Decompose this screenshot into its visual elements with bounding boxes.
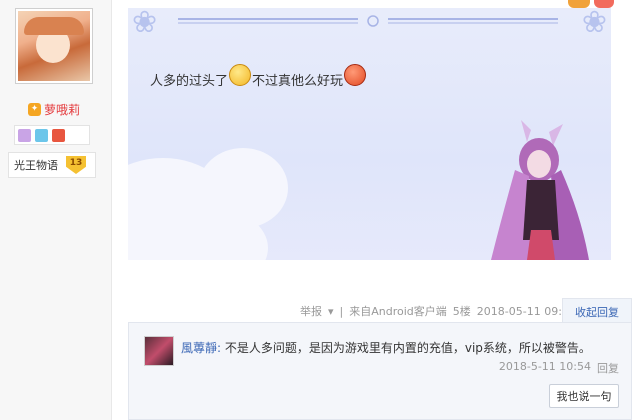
level-name: 光王物语 bbox=[14, 159, 58, 172]
reply-time: 2018-5-11 10:54 bbox=[498, 360, 591, 373]
username[interactable]: ✦ 萝哦莉 bbox=[28, 101, 80, 118]
medal-icon[interactable] bbox=[52, 128, 65, 142]
anime-character-image bbox=[491, 120, 589, 260]
reply-link[interactable]: 回复 bbox=[597, 360, 619, 376]
flower-icon: ❀ bbox=[132, 8, 158, 40]
level-box[interactable]: 光王物语 13 bbox=[8, 152, 96, 178]
medal-row bbox=[14, 125, 90, 145]
smile-emoji-icon bbox=[229, 64, 252, 86]
user-sidebar: ✦ 萝哦莉 光王物语 13 bbox=[0, 0, 112, 420]
reply-author[interactable]: 風蓴靜: bbox=[181, 341, 221, 355]
source-text[interactable]: 来自Android客户端 bbox=[349, 303, 447, 319]
medal-icon[interactable] bbox=[18, 128, 31, 142]
avatar-image bbox=[18, 11, 90, 81]
user-avatar[interactable] bbox=[15, 8, 93, 84]
flower-icon: ❀ bbox=[581, 8, 607, 40]
reply-avatar[interactable] bbox=[144, 336, 174, 366]
post-text: 人多的过头了 不过真他么好玩 bbox=[150, 64, 367, 90]
member-icon: ✦ bbox=[28, 103, 41, 116]
post-text-part: 人多的过头了 bbox=[150, 73, 229, 89]
angry-emoji-icon bbox=[344, 64, 367, 86]
reply-content: 風蓴靜: 不是人多问题，是因为游戏里有内置的充值，vip系统，所以被警告。 bbox=[181, 339, 591, 356]
top-badge-icon bbox=[568, 0, 590, 8]
report-link[interactable]: 举报 bbox=[300, 303, 322, 319]
post-text-part: 不过真他么好玩 bbox=[252, 73, 344, 89]
separator: | bbox=[339, 304, 344, 318]
post-content: ❀ ❀ 人多的过头了 不过真他么好玩 bbox=[128, 8, 611, 260]
reply-text: 不是人多问题，是因为游戏里有内置的充值，vip系统，所以被警告。 bbox=[224, 341, 591, 355]
post-meta: 举报 ▾ | 来自Android客户端 5楼 2018-05-11 09:48 bbox=[300, 300, 576, 322]
level-badge: 13 bbox=[66, 156, 86, 174]
top-badge-icon bbox=[594, 0, 614, 8]
chevron-down-icon[interactable]: ▾ bbox=[328, 305, 334, 318]
collapse-replies-button[interactable]: 收起回复 bbox=[562, 298, 632, 324]
medal-icon[interactable] bbox=[35, 128, 48, 142]
username-text[interactable]: 萝哦莉 bbox=[44, 101, 80, 118]
add-reply-button[interactable]: 我也说一句 bbox=[549, 384, 619, 408]
decorative-border bbox=[178, 15, 558, 27]
reply-box: 風蓴靜: 不是人多问题，是因为游戏里有内置的充值，vip系统，所以被警告。 20… bbox=[128, 322, 632, 420]
floor-number: 5楼 bbox=[452, 305, 471, 318]
reply-meta: 2018-5-11 10:54 回复 bbox=[499, 360, 619, 376]
